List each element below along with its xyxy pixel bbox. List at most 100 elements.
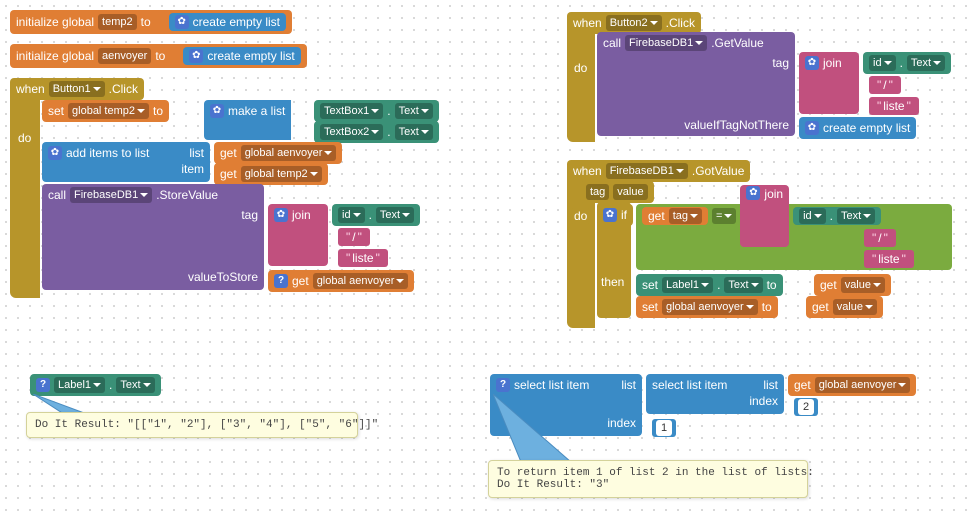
if-block[interactable]: if (597, 204, 633, 226)
gear-icon[interactable] (210, 104, 224, 118)
init-global-temp2[interactable]: initialize global temp2 to create empty … (10, 10, 292, 34)
event-gotvalue[interactable]: when FirebaseDB1 .GotValue (567, 160, 750, 182)
select-list-item-inner[interactable]: select list item list index (646, 374, 784, 414)
call-storevalue[interactable]: call FirebaseDB1 .StoreValue tag valueTo… (42, 184, 264, 290)
label: get (292, 273, 309, 289)
make-a-list[interactable]: make a list (204, 100, 291, 140)
prop-dd[interactable]: Text (116, 377, 154, 393)
set-temp2[interactable]: set global temp2 to (42, 100, 169, 122)
component-dd[interactable]: Button2 (606, 15, 662, 31)
label: create empty list (823, 120, 910, 136)
gear-icon[interactable] (603, 208, 617, 222)
component-dd[interactable]: FirebaseDB1 (625, 35, 707, 51)
label: join (823, 55, 842, 71)
var-dd[interactable]: tag (669, 208, 702, 224)
prop-dd[interactable]: Text (907, 55, 945, 71)
join-block-2[interactable]: join (799, 52, 859, 114)
create-empty-list[interactable]: create empty list (183, 47, 300, 65)
label: to (762, 299, 772, 315)
label1-text-reporter[interactable]: Label1. Text (30, 374, 161, 396)
get-value-1[interactable]: get value (814, 274, 891, 296)
var-name[interactable]: aenvoyer (98, 48, 151, 64)
var-dd[interactable]: value (833, 299, 877, 315)
label: set (642, 277, 658, 293)
param-valueifnot: valueIfTagNotThere (603, 117, 789, 133)
component-dd[interactable]: TextBox1 (320, 103, 383, 119)
var-dd[interactable]: value (841, 277, 885, 293)
prop-dd[interactable]: Text (724, 277, 762, 293)
prop-dd[interactable]: Text (837, 208, 875, 224)
var-dd[interactable]: global aenvoyer (662, 299, 758, 315)
prop-dd[interactable]: Text (395, 103, 433, 119)
get-aenvoyer[interactable]: get global aenvoyer (214, 142, 342, 164)
label: to (155, 48, 165, 64)
add-items-to-list[interactable]: add items to list list item (42, 142, 210, 182)
create-empty-list[interactable]: create empty list (169, 13, 286, 31)
param-tag[interactable]: tag (586, 184, 609, 200)
label: join (292, 207, 311, 223)
get-aenvoyer-sel[interactable]: get global aenvoyer (788, 374, 916, 396)
label: .Click (666, 15, 695, 31)
tooltip-label1: Do It Result: "[["1", "2"], ["3", "4"], … (26, 412, 358, 438)
component-dd[interactable]: Button1 (49, 81, 105, 97)
textbox2-text[interactable]: TextBox2 . Text (314, 121, 439, 143)
label: set (48, 103, 64, 119)
set-label1-text[interactable]: set Label1. Text to (636, 274, 783, 296)
component-dd[interactable]: id (869, 55, 896, 71)
var-name[interactable]: temp2 (98, 14, 137, 30)
var-dd[interactable]: global aenvoyer (241, 145, 337, 161)
help-icon[interactable] (36, 378, 50, 392)
gear-icon[interactable] (746, 186, 760, 200)
prop-dd[interactable]: Text (376, 207, 414, 223)
prop-dd[interactable]: Text (395, 124, 433, 140)
id-text-2[interactable]: id. Text (863, 52, 951, 74)
component-dd[interactable]: Label1 (54, 377, 105, 393)
number-2[interactable]: 2 (788, 395, 824, 419)
gear-icon[interactable] (175, 15, 189, 29)
help-icon[interactable] (274, 274, 288, 288)
event-button2-click[interactable]: when Button2 .Click (567, 12, 701, 34)
component-dd[interactable]: FirebaseDB1 (70, 187, 152, 203)
label: select list item (514, 377, 589, 393)
var-dd[interactable]: global temp2 (68, 103, 149, 119)
gear-icon[interactable] (274, 208, 288, 222)
init-global-aenvoyer[interactable]: initialize global aenvoyer to create emp… (10, 44, 307, 68)
id-text[interactable]: id. Text (332, 204, 420, 226)
get-value-2[interactable]: get value (806, 296, 883, 318)
get-aenvoyer-store[interactable]: get global aenvoyer (268, 270, 414, 292)
string-liste[interactable]: "liste" (332, 246, 394, 270)
component-dd[interactable]: id (799, 208, 826, 224)
string-liste-3[interactable]: "liste" (858, 247, 920, 271)
textbox1-text[interactable]: TextBox1 . Text (314, 100, 439, 122)
component-dd[interactable]: FirebaseDB1 (606, 163, 688, 179)
eq-dd[interactable]: = (712, 208, 736, 224)
join-block-3[interactable]: join (740, 185, 789, 247)
gear-icon[interactable] (805, 121, 819, 135)
component-dd[interactable]: Label1 (662, 277, 713, 293)
event-button1-click[interactable]: when Button1 .Click (10, 78, 144, 100)
label: list (763, 377, 778, 393)
join-block[interactable]: join (268, 204, 328, 266)
label: when (16, 81, 45, 97)
get-temp2[interactable]: get global temp2 (214, 163, 328, 185)
var-dd[interactable]: global temp2 (241, 166, 322, 182)
string-liste-2[interactable]: "liste" (863, 94, 925, 118)
component-dd[interactable]: id (338, 207, 365, 223)
help-icon[interactable] (496, 378, 510, 392)
number-1[interactable]: 1 (646, 416, 682, 440)
set-global-aenvoyer[interactable]: set global aenvoyer to (636, 296, 778, 318)
gear-icon[interactable] (805, 56, 819, 70)
var-dd[interactable]: global aenvoyer (313, 273, 409, 289)
create-empty-list-2[interactable]: create empty list (799, 117, 916, 139)
call-getvalue[interactable]: call FirebaseDB1 .GetValue tag valueIfTa… (597, 32, 795, 136)
param-value[interactable]: value (613, 184, 647, 200)
id-text-3[interactable]: id. Text (793, 207, 881, 225)
gear-icon[interactable] (48, 146, 62, 160)
component-dd[interactable]: TextBox2 (320, 124, 383, 140)
do-label: do (570, 208, 591, 224)
gear-icon[interactable] (189, 49, 203, 63)
label: select list item (652, 377, 727, 393)
label: get (220, 166, 237, 182)
var-dd[interactable]: global aenvoyer (815, 377, 911, 393)
get-tag[interactable]: get tag (642, 207, 708, 225)
